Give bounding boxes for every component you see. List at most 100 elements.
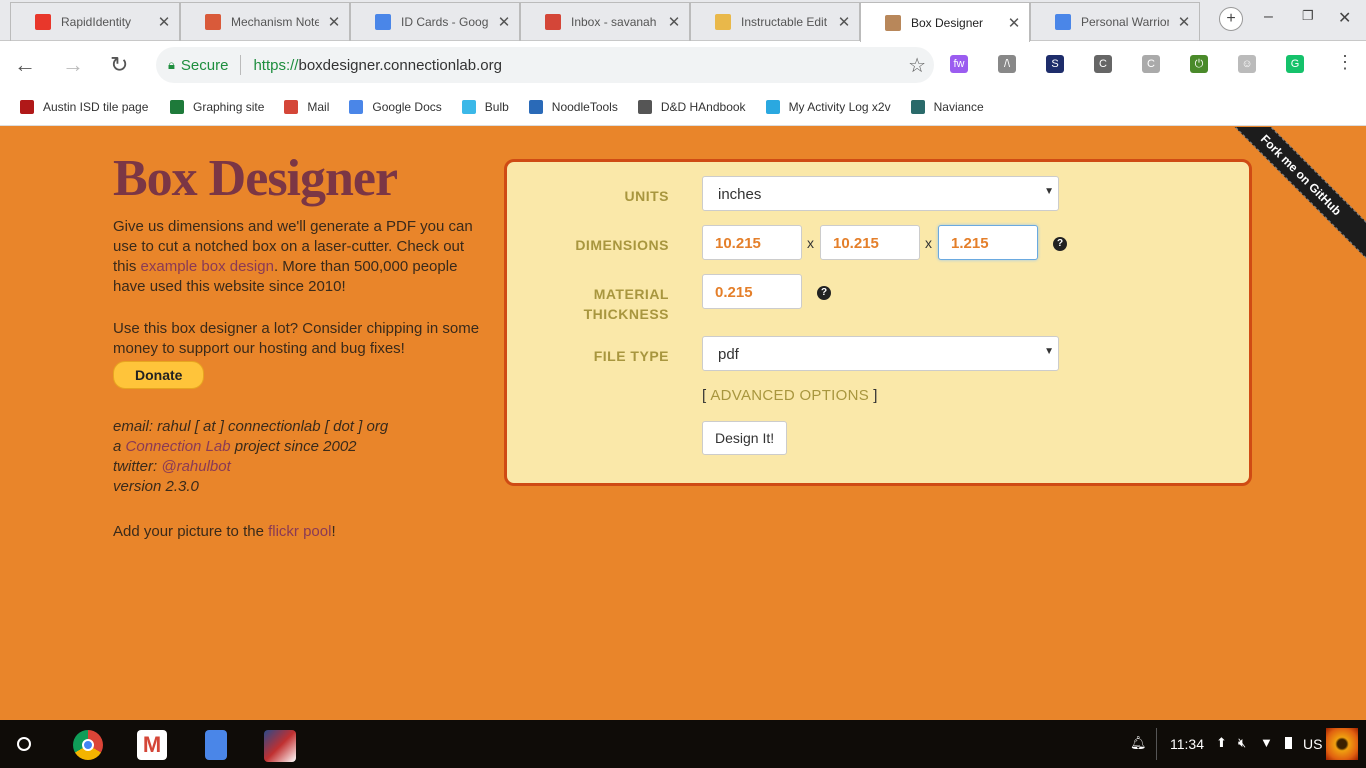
bookmark-label: Naviance <box>933 99 984 114</box>
dropdown-arrow-icon: ▼ <box>1044 186 1054 197</box>
grammarly-icon[interactable]: G <box>1286 55 1304 73</box>
bookmark-item[interactable]: My Activity Log x2v <box>765 99 891 114</box>
tab-close-icon[interactable]: ✕ <box>319 13 349 31</box>
width-input[interactable]: 10.215 <box>702 225 802 260</box>
bookmark-icon <box>528 99 543 114</box>
height-input[interactable]: 10.215 <box>820 225 920 260</box>
bookmark-icon <box>910 99 925 114</box>
bookmark-label: My Activity Log x2v <box>788 99 891 114</box>
intro-text: Give us dimensions and we'll generate a … <box>113 218 473 295</box>
filetype-select[interactable]: pdf ▼ <box>702 336 1059 371</box>
notification-bell-icon[interactable]: 🔔︎ <box>1130 735 1147 751</box>
donate-button[interactable]: Donate <box>113 361 205 389</box>
tab-title: RapidIdentity <box>61 15 132 29</box>
bookmark-label: D&D HAndbook <box>660 99 746 114</box>
thickness-input[interactable]: 0.215 <box>702 274 802 309</box>
new-tab-button[interactable]: + <box>1219 7 1243 31</box>
game-app-icon[interactable] <box>264 730 296 762</box>
bookmark-item[interactable]: Google Docs <box>349 99 442 114</box>
battery-icon[interactable] <box>1285 737 1292 749</box>
docs-app-icon[interactable] <box>205 730 227 760</box>
chrome-app-icon[interactable] <box>73 730 103 760</box>
advanced-options-link[interactable]: ADVANCED OPTIONS <box>710 387 869 404</box>
power-extension-icon[interactable]: ⏻ <box>1190 55 1208 73</box>
depth-input[interactable]: 1.215 <box>938 225 1038 260</box>
tab[interactable]: Instructable Edit ✕ <box>690 2 860 41</box>
units-label: UNITS <box>624 188 669 204</box>
bookmark-icon <box>349 99 364 114</box>
bookmark-item[interactable]: Mail <box>284 99 330 114</box>
wifi-icon[interactable]: ▼ <box>1260 735 1273 750</box>
secure-label: Secure <box>180 56 229 74</box>
flickr-link[interactable]: flickr pool <box>268 523 331 540</box>
tab-favicon-icon <box>1055 14 1071 30</box>
menu-icon[interactable]: ⋮ <box>1336 52 1354 73</box>
user-avatar[interactable] <box>1326 728 1358 760</box>
tab-close-icon[interactable]: ✕ <box>489 13 519 31</box>
units-select[interactable]: inches ▼ <box>702 176 1059 211</box>
tab-close-icon[interactable]: ✕ <box>659 13 689 31</box>
close-window-button[interactable]: ✕ <box>1338 8 1351 28</box>
c-extension-icon[interactable]: C <box>1094 55 1112 73</box>
github-ribbon[interactable]: Fork me on GitHub <box>1226 127 1366 267</box>
gmail-app-icon[interactable]: M <box>137 730 167 760</box>
s-extension-icon[interactable]: S <box>1046 55 1064 73</box>
tab-favicon-icon <box>205 14 221 30</box>
help-icon[interactable]: ? <box>1053 237 1067 251</box>
person-extension-icon[interactable]: ☺ <box>1238 55 1256 73</box>
tab[interactable]: Personal Warrior ✕ <box>1030 2 1200 41</box>
example-link[interactable]: example box design <box>141 258 274 275</box>
page-title: Box Designer <box>113 150 398 207</box>
bookmark-item[interactable]: D&D HAndbook <box>637 99 746 114</box>
clock[interactable]: 11:34 <box>1170 736 1204 752</box>
bookmarks-bar: Austin ISD tile page Graphing site Mail Goo… <box>0 88 1366 126</box>
tab-title: Box Designer <box>911 15 984 30</box>
mute-icon[interactable]: 🔇︎ <box>1238 735 1246 751</box>
donate-text: Use this box designer a lot? Consider ch… <box>113 319 483 389</box>
bookmark-star-icon[interactable]: ☆ <box>908 53 926 78</box>
tab[interactable]: ID Cards - Google ✕ <box>350 2 520 41</box>
restore-button[interactable]: ❐ <box>1302 8 1314 24</box>
bookmark-item[interactable]: Austin ISD tile page <box>20 99 150 114</box>
lambda-extension-icon[interactable]: /\ <box>998 55 1016 73</box>
bookmark-item[interactable]: NoodleTools <box>528 99 618 114</box>
forward-button[interactable]: → <box>62 52 84 78</box>
launcher-button[interactable] <box>17 737 31 751</box>
twitter-link[interactable]: @rahulbot <box>161 458 230 475</box>
tab-close-icon[interactable]: ✕ <box>149 13 179 31</box>
bookmark-label: Bulb <box>484 99 509 114</box>
bookmark-label: Mail <box>307 99 330 114</box>
minimize-button[interactable]: – <box>1264 8 1273 26</box>
tab-close-icon[interactable]: ✕ <box>999 14 1029 32</box>
back-button[interactable]: ← <box>14 52 36 78</box>
tab-close-icon[interactable]: ✕ <box>829 13 859 31</box>
bookmark-label: Google Docs <box>372 99 442 114</box>
dropdown-arrow-icon: ▼ <box>1044 346 1054 357</box>
flickr-text: Add your picture to the flickr pool! <box>113 523 336 540</box>
tab[interactable]: Mechanism Note ✕ <box>180 2 350 41</box>
ribbon-text: Fork me on GitHub <box>1226 127 1366 266</box>
input-method[interactable]: US <box>1303 736 1322 752</box>
tab[interactable]: Box Designer ✕ <box>860 2 1030 42</box>
tab-title: Instructable Edit <box>741 15 828 29</box>
email-text: email: rahul [ at ] connectionlab [ dot … <box>113 418 389 435</box>
tab-title: Inbox - savanah <box>571 15 657 29</box>
tab[interactable]: RapidIdentity ✕ <box>10 2 180 41</box>
connection-lab-link[interactable]: Connection Lab <box>126 438 231 455</box>
tab[interactable]: Inbox - savanah ✕ <box>520 2 690 41</box>
browser-toolbar: ← → ↻ 🔒︎ Secure https:// boxdesigner.con… <box>0 41 1366 88</box>
reload-button[interactable]: ↻ <box>110 52 128 78</box>
fw-extension-icon[interactable]: fw <box>950 55 968 73</box>
design-it-button[interactable]: Design It! <box>702 421 788 455</box>
bookmark-label: Austin ISD tile page <box>43 99 149 114</box>
bookmark-item[interactable]: Bulb <box>461 99 509 114</box>
bookmark-item[interactable]: Graphing site <box>170 99 264 114</box>
tab-close-icon[interactable]: ✕ <box>1169 13 1199 31</box>
address-bar[interactable]: 🔒︎ Secure https:// boxdesigner.connectio… <box>156 47 934 83</box>
page-content: Box Designer Give us dimensions and we'l… <box>0 127 1366 720</box>
c-gray-extension-icon[interactable]: C <box>1142 55 1160 73</box>
bookmark-icon <box>461 99 476 114</box>
bookmark-item[interactable]: Naviance <box>910 99 984 114</box>
update-icon[interactable]: ⬆ <box>1216 735 1227 751</box>
help-icon[interactable]: ? <box>817 286 831 300</box>
